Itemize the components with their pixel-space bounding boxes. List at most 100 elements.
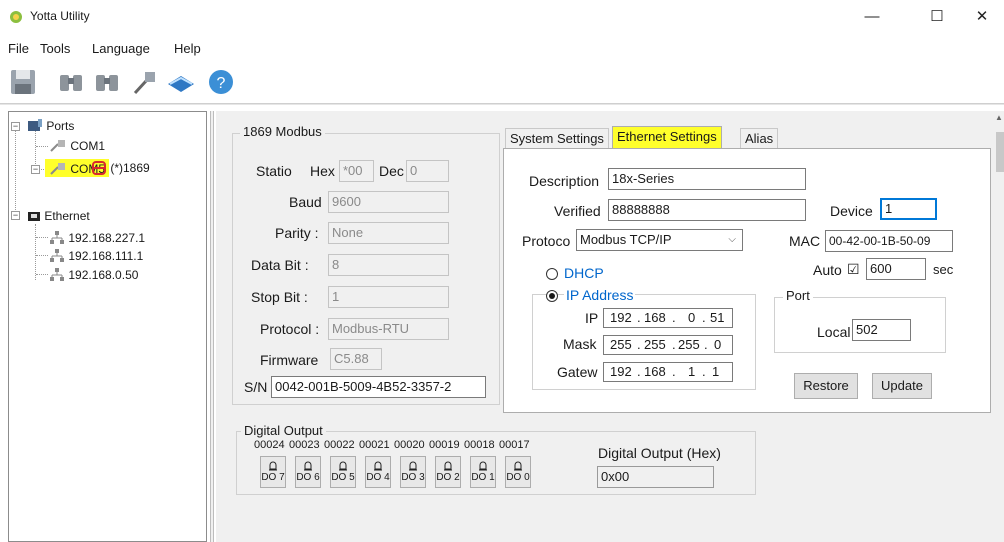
station-dec-field: 0 <box>406 160 449 182</box>
protocol-select-label: Protoco <box>522 233 571 249</box>
do-6-button[interactable]: DO 6 <box>295 456 321 488</box>
panel-splitter[interactable] <box>210 111 214 542</box>
bell-icon <box>339 461 347 471</box>
mac-label: MAC <box>789 233 821 249</box>
do-register-number: 00023 <box>289 439 320 451</box>
menu-language[interactable]: Language <box>92 41 150 56</box>
do-0-button[interactable]: DO 0 <box>505 456 531 488</box>
ip-address-label: IP Address <box>564 287 636 303</box>
tree-item-ports[interactable]: Ports <box>27 116 74 134</box>
auto-checkbox[interactable]: ☑ <box>847 261 860 278</box>
protocol-field: Modbus-RTU <box>328 318 449 340</box>
menu-help[interactable]: Help <box>174 41 201 56</box>
do-register-number: 00020 <box>394 439 425 451</box>
local-port-input[interactable]: 502 <box>852 319 911 341</box>
tree-item-host[interactable]: 192.168.0.50 <box>49 265 138 283</box>
stopbit-field: 1 <box>328 286 449 308</box>
minimize-button[interactable]: — <box>850 2 894 32</box>
bell-icon <box>409 461 417 471</box>
bell-icon <box>444 461 452 471</box>
menu-tools[interactable]: Tools <box>40 41 70 56</box>
menu-file[interactable]: File <box>8 41 29 56</box>
update-button[interactable]: Update <box>872 373 932 399</box>
restore-button[interactable]: Restore <box>794 373 858 399</box>
sn-label: S/N <box>244 379 268 395</box>
ethernet-collapse-toggle[interactable]: − <box>11 211 20 220</box>
do-5-button[interactable]: DO 5 <box>330 456 356 488</box>
do-hex-label: Digital Output (Hex) <box>598 445 721 461</box>
tree-item-device-1869[interactable]: (*)1869 <box>91 158 150 176</box>
tab-ethernet-settings[interactable]: Ethernet Settings <box>612 126 722 150</box>
network-node-icon <box>50 267 64 281</box>
do-7-button[interactable]: DO 7 <box>260 456 286 488</box>
hex-label: Hex <box>310 163 335 179</box>
do-register-number: 00021 <box>359 439 390 451</box>
modbus-group-title: 1869 Modbus <box>240 124 325 139</box>
do-4-button[interactable]: DO 4 <box>365 456 391 488</box>
scroll-up-arrow-icon[interactable]: ▲ <box>995 113 1003 122</box>
do-2-button[interactable]: DO 2 <box>435 456 461 488</box>
maximize-button[interactable]: ☐ <box>915 2 959 32</box>
gateway-input[interactable]: 192. 168. 1. 1 <box>603 362 733 382</box>
toolbar: ? <box>6 64 306 100</box>
do-hex-field: 0x00 <box>597 466 714 488</box>
serial-port-icon <box>50 162 65 175</box>
ip-label: IP <box>585 310 599 326</box>
vertical-scrollbar[interactable] <box>992 111 1004 542</box>
port-group-title: Port <box>783 288 813 303</box>
title-bar: Yotta Utility — ☐ ✕ <box>0 0 1004 34</box>
dec-label: Dec <box>379 163 404 179</box>
tree-item-ethernet[interactable]: Ethernet <box>27 206 90 224</box>
do-1-button[interactable]: DO 1 <box>470 456 496 488</box>
dhcp-label: DHCP <box>564 265 604 281</box>
databit-label: Data Bit : <box>251 257 309 273</box>
device-label: Device <box>830 203 873 219</box>
binoculars-alt-icon[interactable] <box>92 67 122 97</box>
bell-icon <box>479 461 487 471</box>
device-tree[interactable]: − Ports COM1 − COM5 (*)1869 − Ethernet 1… <box>8 111 207 542</box>
ip-input[interactable]: 192. 168. 0. 51 <box>603 308 733 328</box>
scrollbar-thumb[interactable] <box>996 132 1004 172</box>
baud-label: Baud <box>289 194 322 210</box>
network-node-icon <box>50 230 64 244</box>
auto-interval-input[interactable]: 600 <box>866 258 926 280</box>
connect-cable-icon[interactable] <box>130 67 160 97</box>
close-button[interactable]: ✕ <box>960 2 1004 32</box>
tree-item-host[interactable]: 192.168.227.1 <box>49 228 145 246</box>
tree-item-host[interactable]: 192.168.111.1 <box>49 246 143 264</box>
bell-icon <box>304 461 312 471</box>
serial-port-icon <box>50 139 65 152</box>
parity-field: None <box>328 222 449 244</box>
verified-input[interactable]: 88888888 <box>608 199 806 221</box>
help-icon[interactable]: ? <box>206 67 236 97</box>
do-3-button[interactable]: DO 3 <box>400 456 426 488</box>
sec-label: sec <box>933 262 954 277</box>
mask-input[interactable]: 255. 255. 255. 0 <box>603 335 733 355</box>
do-register-number: 00018 <box>464 439 495 451</box>
toolbar-divider <box>0 103 1004 105</box>
binoculars-icon[interactable] <box>56 67 86 97</box>
window-title: Yotta Utility <box>30 9 90 23</box>
tree-item-com1[interactable]: COM1 <box>49 136 105 154</box>
protocol-select[interactable]: Modbus TCP/IP ⌵ <box>576 229 743 251</box>
auto-label: Auto <box>813 262 842 278</box>
dhcp-radio[interactable] <box>546 268 558 280</box>
do-register-number: 00024 <box>254 439 285 451</box>
mac-field: 00-42-00-1B-50-09 <box>825 230 953 252</box>
com5-collapse-toggle[interactable]: − <box>31 165 40 174</box>
firmware-field: C5.88 <box>330 348 382 370</box>
description-input[interactable]: 18x-Series <box>608 168 806 190</box>
ip-address-radio[interactable] <box>546 290 558 302</box>
save-icon[interactable] <box>8 67 38 97</box>
mask-label: Mask <box>563 336 597 352</box>
network-node-icon <box>50 248 64 262</box>
protocol-label: Protocol : <box>260 321 320 337</box>
device-input[interactable]: 1 <box>880 198 937 220</box>
stopbit-label: Stop Bit : <box>251 289 308 305</box>
do-register-number: 00022 <box>324 439 355 451</box>
tab-alias[interactable]: Alias <box>740 128 779 150</box>
book-icon[interactable] <box>166 67 196 97</box>
ports-collapse-toggle[interactable]: − <box>11 122 20 131</box>
bell-icon <box>269 461 277 471</box>
tab-system-settings[interactable]: System Settings <box>505 128 609 150</box>
